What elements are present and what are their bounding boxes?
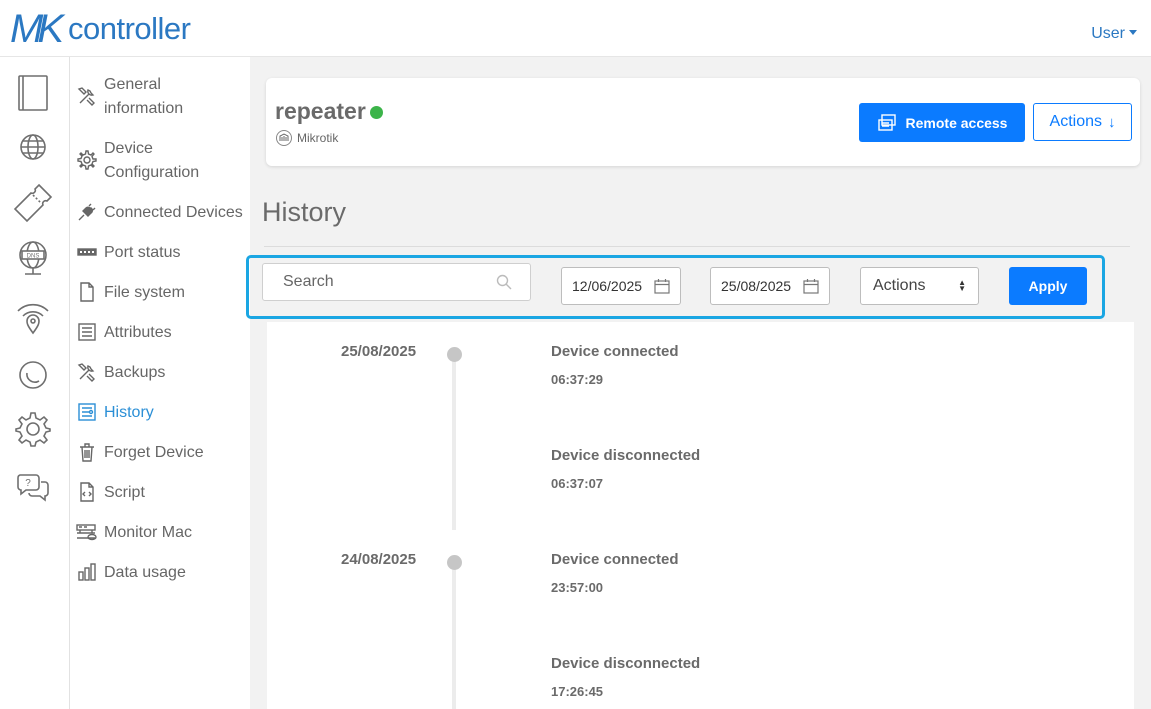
vendor-label: Mikrotik bbox=[276, 130, 338, 146]
nav-port-status[interactable]: Port status bbox=[76, 241, 248, 265]
device-actions-button[interactable]: Actions ↓ bbox=[1033, 103, 1132, 141]
svg-text:DNS: DNS bbox=[27, 254, 40, 260]
remote-access-icon bbox=[877, 113, 896, 131]
nav-connected-devices[interactable]: Connected Devices bbox=[76, 201, 248, 225]
date-to-field[interactable]: 25/08/2025 bbox=[710, 267, 830, 305]
user-menu[interactable]: User bbox=[1091, 25, 1137, 43]
timeline-event: Device disconnected bbox=[551, 655, 701, 672]
status-dot-icon bbox=[370, 106, 383, 119]
nav-label: General information bbox=[104, 76, 184, 117]
remote-access-label: Remote access bbox=[905, 114, 1008, 131]
search-field[interactable] bbox=[262, 263, 531, 301]
nav-data-usage[interactable]: Data usage bbox=[76, 561, 248, 585]
logo-text: controller bbox=[68, 11, 191, 46]
top-bar: MK controller User bbox=[0, 0, 1151, 57]
actions-select-value: Actions bbox=[873, 277, 926, 294]
nav-label: Monitor Mac bbox=[104, 524, 193, 541]
plug-icon bbox=[76, 201, 98, 223]
tools-icon bbox=[76, 361, 98, 383]
timeline-date: 25/08/2025 bbox=[341, 343, 417, 360]
date-from-field[interactable]: 12/06/2025 bbox=[561, 267, 681, 305]
timeline-date: 24/08/2025 bbox=[341, 551, 417, 568]
timeline-event: Device connected bbox=[551, 343, 679, 360]
remote-access-button[interactable]: Remote access bbox=[859, 103, 1025, 142]
nav-device-configuration[interactable]: Device Configuration bbox=[76, 137, 248, 185]
calendar-icon[interactable] bbox=[654, 278, 670, 297]
device-name: repeater bbox=[275, 98, 366, 124]
select-arrows-icon: ▲ ▼ bbox=[958, 278, 966, 293]
timeline-time: 06:37:07 bbox=[551, 476, 604, 491]
app-logo[interactable]: MK controller bbox=[10, 7, 191, 51]
icon-rail: DNS ? bbox=[0, 57, 70, 709]
user-menu-label: User bbox=[1091, 25, 1125, 42]
device-actions-label: Actions bbox=[1049, 113, 1102, 130]
nav-label: Backups bbox=[104, 364, 166, 381]
nav-label: Script bbox=[104, 484, 145, 501]
actions-select[interactable]: Actions ▲ ▼ bbox=[860, 267, 979, 305]
code-file-icon bbox=[76, 481, 98, 503]
file-icon bbox=[76, 281, 98, 303]
globe-icon[interactable] bbox=[13, 127, 53, 167]
trash-icon bbox=[76, 441, 98, 463]
timeline-line bbox=[452, 352, 456, 530]
nav-forget-device[interactable]: Forget Device bbox=[76, 441, 248, 465]
bar-chart-icon bbox=[76, 561, 98, 583]
nav-label: Port status bbox=[104, 244, 181, 261]
nav-backups[interactable]: Backups bbox=[76, 361, 248, 385]
timeline-time: 23:57:00 bbox=[551, 580, 604, 595]
page-title: History bbox=[262, 197, 347, 227]
timeline-dot-icon bbox=[447, 347, 462, 362]
logo-mark: MK bbox=[10, 7, 64, 51]
timeline-time: 17:26:45 bbox=[551, 684, 604, 699]
nav-script[interactable]: Script bbox=[76, 481, 248, 505]
nav-label: Device Configuration bbox=[104, 140, 200, 181]
device-header-card: repeater Mikrotik Remote access Actions … bbox=[266, 78, 1140, 166]
mikrotik-icon bbox=[276, 130, 292, 146]
vendor-name: Mikrotik bbox=[297, 131, 339, 145]
ports-icon bbox=[76, 241, 98, 263]
list-icon bbox=[76, 321, 98, 343]
date-to-value: 25/08/2025 bbox=[721, 278, 792, 294]
nav-history[interactable]: History bbox=[76, 401, 248, 425]
nav-general-information[interactable]: General information bbox=[76, 73, 248, 121]
nav-label: Attributes bbox=[104, 324, 172, 341]
ticket-icon[interactable] bbox=[13, 183, 53, 223]
timeline-event: Device disconnected bbox=[551, 447, 701, 464]
gear-icon[interactable] bbox=[13, 409, 53, 449]
nav-label: Data usage bbox=[104, 564, 186, 581]
nav-attributes[interactable]: Attributes bbox=[76, 321, 248, 345]
nav-label: Connected Devices bbox=[104, 204, 243, 221]
arrow-down-icon: ↓ bbox=[1107, 113, 1116, 131]
tools-icon bbox=[76, 85, 98, 107]
nav-label: File system bbox=[104, 284, 185, 301]
timeline-event: Device connected bbox=[551, 551, 679, 568]
timeline-line bbox=[452, 562, 456, 709]
nav-file-system[interactable]: File system bbox=[76, 281, 248, 305]
apply-button[interactable]: Apply bbox=[1009, 267, 1087, 305]
history-icon bbox=[76, 401, 98, 423]
moon-icon[interactable] bbox=[13, 355, 53, 395]
monitor-eye-icon bbox=[76, 521, 98, 543]
nav-monitor-mac[interactable]: Monitor Mac bbox=[76, 521, 248, 545]
search-icon[interactable] bbox=[496, 274, 512, 295]
nav-label: Forget Device bbox=[104, 444, 204, 461]
divider bbox=[264, 246, 1130, 247]
book-icon[interactable] bbox=[13, 73, 53, 113]
svg-text:?: ? bbox=[25, 478, 31, 489]
timeline-time: 06:37:29 bbox=[551, 372, 604, 387]
help-chat-icon[interactable]: ? bbox=[13, 467, 53, 507]
caret-down-icon bbox=[1129, 30, 1137, 35]
calendar-icon[interactable] bbox=[803, 278, 819, 297]
search-input[interactable] bbox=[263, 264, 483, 300]
device-subnav: General information Device Configuration… bbox=[70, 57, 250, 709]
dns-globe-icon[interactable]: DNS bbox=[13, 239, 53, 279]
wifi-location-icon[interactable] bbox=[13, 297, 53, 337]
gear-icon bbox=[76, 149, 98, 171]
history-timeline: 25/08/2025 Device connected 06:37:29 Dev… bbox=[267, 322, 1134, 709]
nav-label: History bbox=[104, 404, 154, 421]
date-from-value: 12/06/2025 bbox=[572, 278, 643, 294]
timeline-dot-icon bbox=[447, 555, 462, 570]
